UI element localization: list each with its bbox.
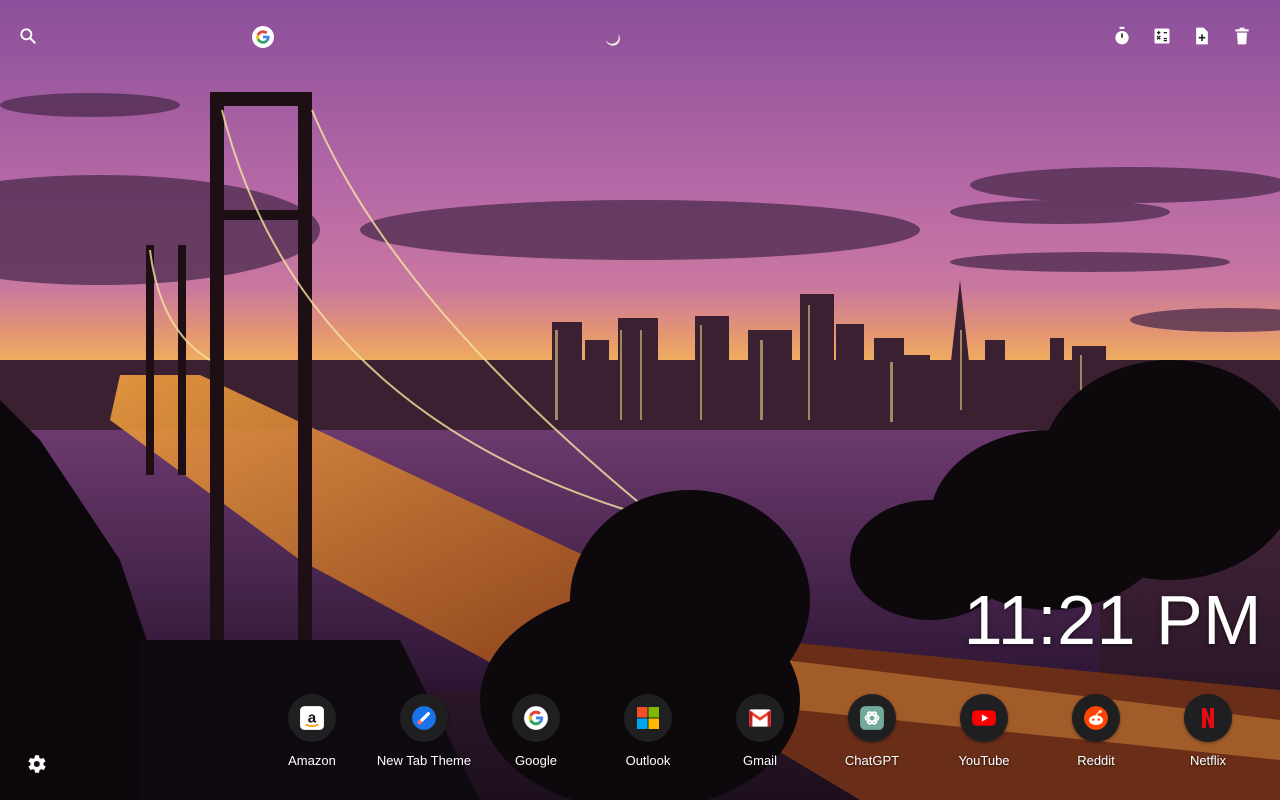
- wallpaper-background: [0, 0, 1280, 800]
- shortcut-amazon[interactable]: a Amazon: [256, 694, 368, 768]
- shortcut-label: ChatGPT: [844, 753, 900, 768]
- outlook-icon: [624, 694, 672, 742]
- google-icon: [512, 694, 560, 742]
- amazon-icon: a: [288, 694, 336, 742]
- shortcut-reddit[interactable]: Reddit: [1040, 694, 1152, 768]
- gmail-icon: [736, 694, 784, 742]
- shortcut-label: Netflix: [1189, 753, 1227, 768]
- clock-time: 11:21 PM: [963, 581, 1262, 659]
- search-icon[interactable]: [18, 26, 38, 46]
- shortcut-label: Amazon: [288, 753, 336, 768]
- shortcut-label: Reddit: [1077, 753, 1115, 768]
- search-input[interactable]: [48, 24, 242, 52]
- google-g-icon[interactable]: [252, 26, 274, 48]
- new-tab-theme-icon: [400, 694, 448, 742]
- shortcuts-dock: a Amazon New Tab Theme Google Outlook Gm…: [256, 694, 1264, 768]
- shortcut-netflix[interactable]: Netflix: [1152, 694, 1264, 768]
- svg-text:a: a: [308, 709, 317, 726]
- reddit-icon: [1072, 694, 1120, 742]
- chatgpt-icon: [848, 694, 896, 742]
- timer-icon[interactable]: [1110, 24, 1134, 48]
- shortcut-google[interactable]: Google: [480, 694, 592, 768]
- shortcut-gmail[interactable]: Gmail: [704, 694, 816, 768]
- shortcut-outlook[interactable]: Outlook: [592, 694, 704, 768]
- shortcut-label: Gmail: [743, 753, 777, 768]
- shortcut-chatgpt[interactable]: ChatGPT: [816, 694, 928, 768]
- shortcut-label: Google: [515, 753, 557, 768]
- toolbar: [1110, 24, 1254, 48]
- shortcut-new-tab-theme[interactable]: New Tab Theme: [368, 694, 480, 768]
- shortcut-label: YouTube: [958, 753, 1010, 768]
- netflix-icon: [1184, 694, 1232, 742]
- gear-icon[interactable]: [24, 752, 48, 776]
- add-note-icon[interactable]: [1190, 24, 1214, 48]
- calculator-icon[interactable]: [1150, 24, 1174, 48]
- trash-icon[interactable]: [1230, 24, 1254, 48]
- search-bar: [16, 20, 282, 56]
- youtube-icon: [960, 694, 1008, 742]
- shortcut-label: New Tab Theme: [376, 753, 472, 768]
- shortcut-youtube[interactable]: YouTube: [928, 694, 1040, 768]
- shortcut-label: Outlook: [625, 753, 671, 768]
